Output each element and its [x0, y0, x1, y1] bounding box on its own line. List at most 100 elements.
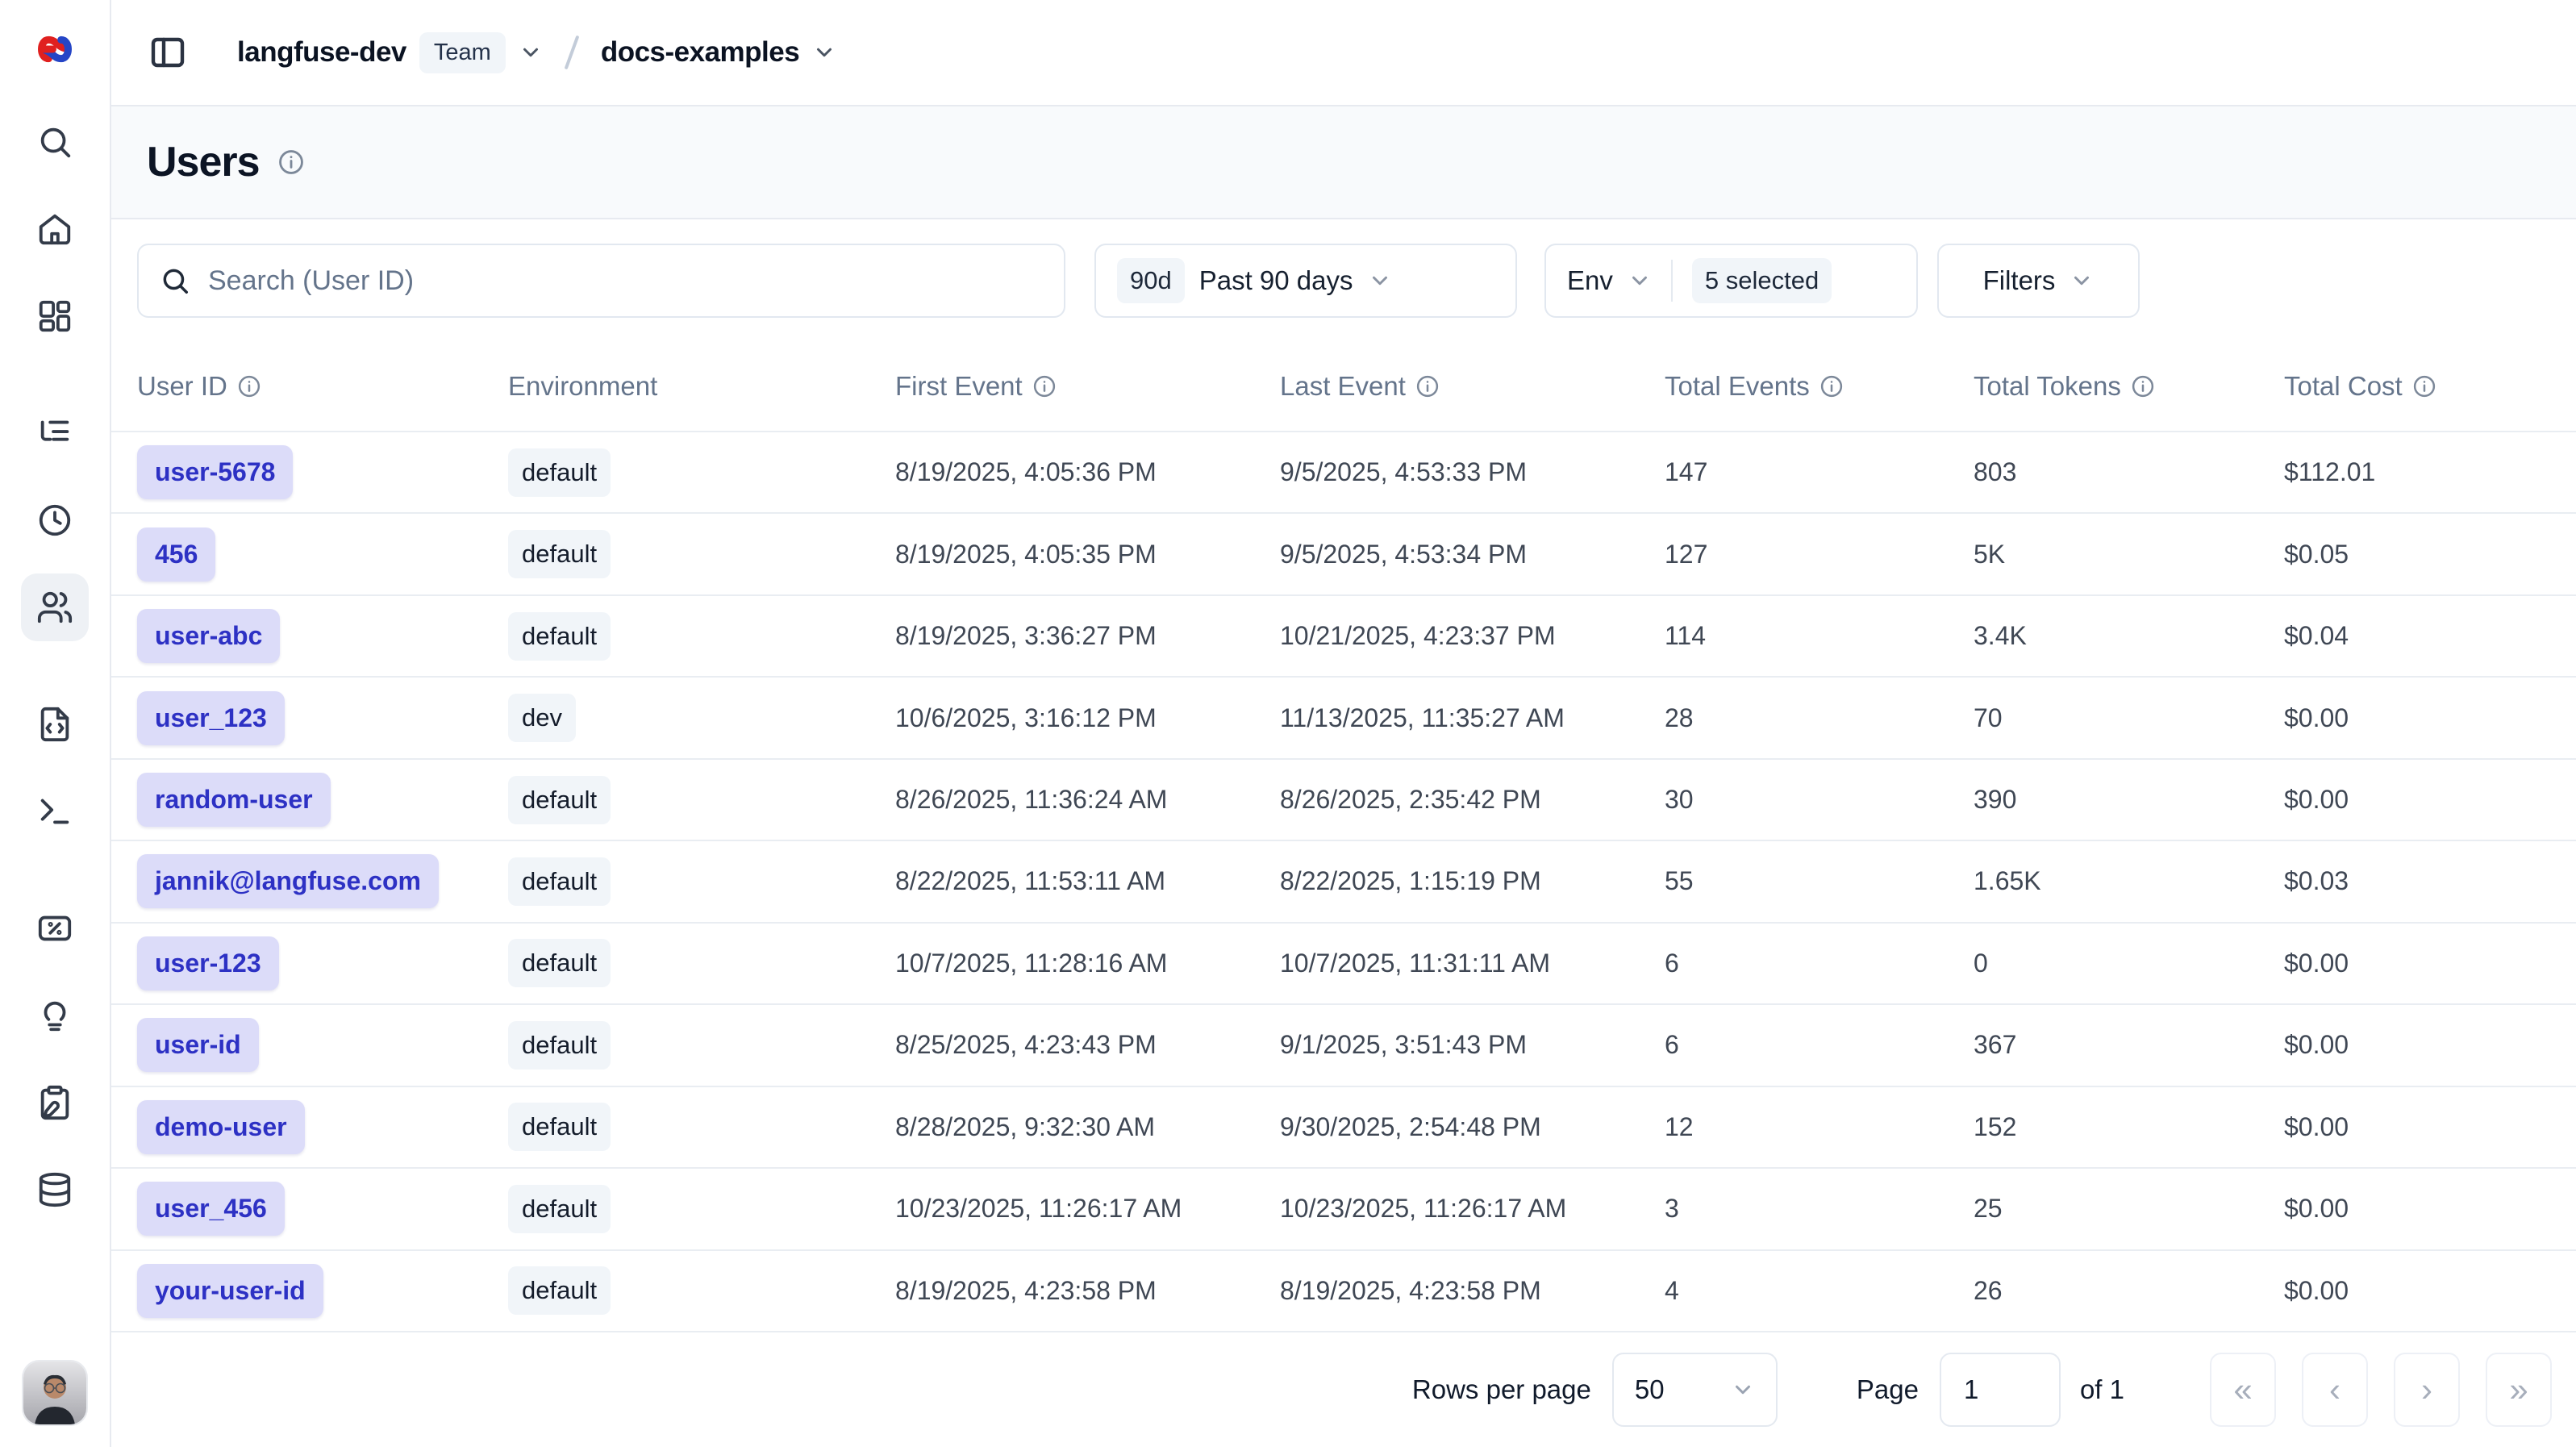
page-number-input[interactable] — [1940, 1353, 2061, 1427]
first-event-cell: 8/19/2025, 3:36:27 PM — [895, 621, 1280, 651]
info-icon[interactable] — [1032, 374, 1057, 398]
info-icon[interactable] — [1415, 374, 1440, 398]
project-name[interactable]: docs-examples — [601, 36, 799, 69]
user-id-badge[interactable]: jannik@langfuse.com — [137, 854, 439, 908]
sessions-icon — [36, 502, 73, 539]
user-id-badge[interactable]: your-user-id — [137, 1264, 323, 1318]
first-event-cell: 8/19/2025, 4:23:58 PM — [895, 1276, 1280, 1306]
total-tokens-cell: 70 — [1974, 703, 2284, 733]
total-cost-cell: $0.00 — [2284, 949, 2576, 978]
environment-filter-button[interactable]: Env 5 selected — [1544, 244, 1918, 318]
org-chevron-down-icon[interactable] — [519, 40, 543, 65]
sidebar-item-playground[interactable] — [21, 778, 89, 845]
first-page-button[interactable]: « — [2210, 1353, 2276, 1427]
sidebar-item-datasets[interactable] — [21, 1156, 89, 1224]
total-cost-cell: $0.04 — [2284, 621, 2576, 651]
previous-page-button[interactable]: ‹ — [2302, 1353, 2368, 1427]
table-row[interactable]: jannik@langfuse.com default 8/22/2025, 1… — [111, 841, 2576, 923]
chevron-right-icon: › — [2421, 1370, 2432, 1409]
rows-per-page-select[interactable]: 50 — [1612, 1353, 1778, 1427]
column-header-last-event: Last Event — [1280, 371, 1665, 402]
user-id-badge[interactable]: user-123 — [137, 936, 279, 990]
sidebar-toggle-icon[interactable] — [148, 33, 187, 72]
page-title: Users — [147, 138, 260, 186]
table-row[interactable]: your-user-id default 8/19/2025, 4:23:58 … — [111, 1251, 2576, 1332]
last-event-cell: 9/5/2025, 4:53:33 PM — [1280, 457, 1665, 487]
user-id-badge[interactable]: user_456 — [137, 1182, 285, 1236]
sidebar-item-sessions[interactable] — [21, 486, 89, 554]
sidebar-item-prompts[interactable] — [21, 690, 89, 758]
table-row[interactable]: user-5678 default 8/19/2025, 4:05:36 PM … — [111, 432, 2576, 514]
sidebar-item-users[interactable] — [21, 573, 89, 641]
table-row[interactable]: user-123 default 10/7/2025, 11:28:16 AM … — [111, 924, 2576, 1005]
last-event-cell: 8/26/2025, 2:35:42 PM — [1280, 785, 1665, 815]
user-id-badge[interactable]: user-abc — [137, 609, 280, 663]
langfuse-logo-icon[interactable] — [23, 18, 86, 81]
info-icon[interactable] — [2131, 374, 2155, 398]
total-events-cell: 114 — [1665, 621, 1974, 651]
table-row[interactable]: user_456 default 10/23/2025, 11:26:17 AM… — [111, 1169, 2576, 1250]
total-events-cell: 55 — [1665, 866, 1974, 896]
total-tokens-cell: 0 — [1974, 949, 2284, 978]
first-event-cell: 10/7/2025, 11:28:16 AM — [895, 949, 1280, 978]
user-id-badge[interactable]: user-5678 — [137, 445, 293, 499]
info-icon[interactable] — [1819, 374, 1844, 398]
search-input[interactable] — [208, 265, 1043, 297]
sidebar — [0, 0, 111, 1447]
filters-label: Filters — [1983, 265, 2056, 296]
user-id-badge[interactable]: user-id — [137, 1018, 259, 1072]
env-label: Env — [1567, 265, 1613, 296]
info-icon[interactable] — [2412, 374, 2436, 398]
last-page-button[interactable]: » — [2486, 1353, 2552, 1427]
table-row[interactable]: user-abc default 8/19/2025, 3:36:27 PM 1… — [111, 596, 2576, 678]
pagination-bar: Rows per page 50 Page of 1 « ‹ › » — [111, 1332, 2576, 1447]
table-row[interactable]: demo-user default 8/28/2025, 9:32:30 AM … — [111, 1087, 2576, 1169]
user-id-badge[interactable]: 456 — [137, 528, 215, 582]
topbar: langfuse-dev Team docs-examples — [111, 0, 2576, 105]
sidebar-item-search[interactable] — [21, 108, 89, 176]
chevron-left-icon: ‹ — [2329, 1370, 2340, 1409]
sidebar-item-home[interactable] — [21, 195, 89, 263]
column-header-total-tokens: Total Tokens — [1974, 371, 2284, 402]
last-event-cell: 9/5/2025, 4:53:34 PM — [1280, 540, 1665, 569]
env-chevron-down-icon — [1628, 269, 1652, 293]
total-cost-cell: $0.00 — [2284, 1194, 2576, 1224]
rows-per-page-label: Rows per page — [1412, 1374, 1591, 1405]
total-tokens-cell: 367 — [1974, 1030, 2284, 1060]
env-selected-badge: 5 selected — [1692, 258, 1832, 303]
page-title-info-icon[interactable] — [277, 148, 305, 176]
datasets-icon — [36, 1171, 73, 1208]
filters-button[interactable]: Filters — [1937, 244, 2140, 318]
table-row[interactable]: 456 default 8/19/2025, 4:05:35 PM 9/5/20… — [111, 514, 2576, 595]
table-row[interactable]: user_123 dev 10/6/2025, 3:16:12 PM 11/13… — [111, 678, 2576, 759]
sidebar-item-evaluation[interactable] — [21, 982, 89, 1049]
environment-badge: default — [508, 1185, 611, 1233]
sidebar-item-scores[interactable] — [21, 894, 89, 962]
total-cost-cell: $0.00 — [2284, 1030, 2576, 1060]
total-cost-cell: $0.00 — [2284, 785, 2576, 815]
prompts-icon — [36, 706, 73, 743]
user-id-badge[interactable]: demo-user — [137, 1100, 305, 1154]
user-id-badge[interactable]: random-user — [137, 773, 331, 827]
next-page-button[interactable]: › — [2394, 1353, 2460, 1427]
last-event-cell: 10/7/2025, 11:31:11 AM — [1280, 949, 1665, 978]
table-row[interactable]: user-id default 8/25/2025, 4:23:43 PM 9/… — [111, 1005, 2576, 1086]
total-events-cell: 4 — [1665, 1276, 1974, 1306]
sidebar-item-dashboards[interactable] — [21, 282, 89, 350]
user-id-badge[interactable]: user_123 — [137, 691, 285, 745]
org-name[interactable]: langfuse-dev — [237, 36, 406, 69]
last-event-cell: 9/30/2025, 2:54:48 PM — [1280, 1112, 1665, 1142]
dashboards-icon — [36, 298, 73, 335]
environment-badge: default — [508, 1103, 611, 1151]
filters-chevron-down-icon — [2070, 269, 2094, 293]
info-icon[interactable] — [237, 374, 261, 398]
page-count-label: of 1 — [2080, 1374, 2124, 1405]
table-row[interactable]: random-user default 8/26/2025, 11:36:24 … — [111, 760, 2576, 841]
sidebar-item-annotation[interactable] — [21, 1069, 89, 1136]
sidebar-item-tracing[interactable] — [21, 399, 89, 467]
date-range-button[interactable]: 90d Past 90 days — [1094, 244, 1517, 318]
project-chevron-down-icon[interactable] — [812, 40, 836, 65]
first-event-cell: 8/25/2025, 4:23:43 PM — [895, 1030, 1280, 1060]
breadcrumb-separator — [564, 35, 579, 70]
user-avatar[interactable] — [23, 1362, 86, 1424]
